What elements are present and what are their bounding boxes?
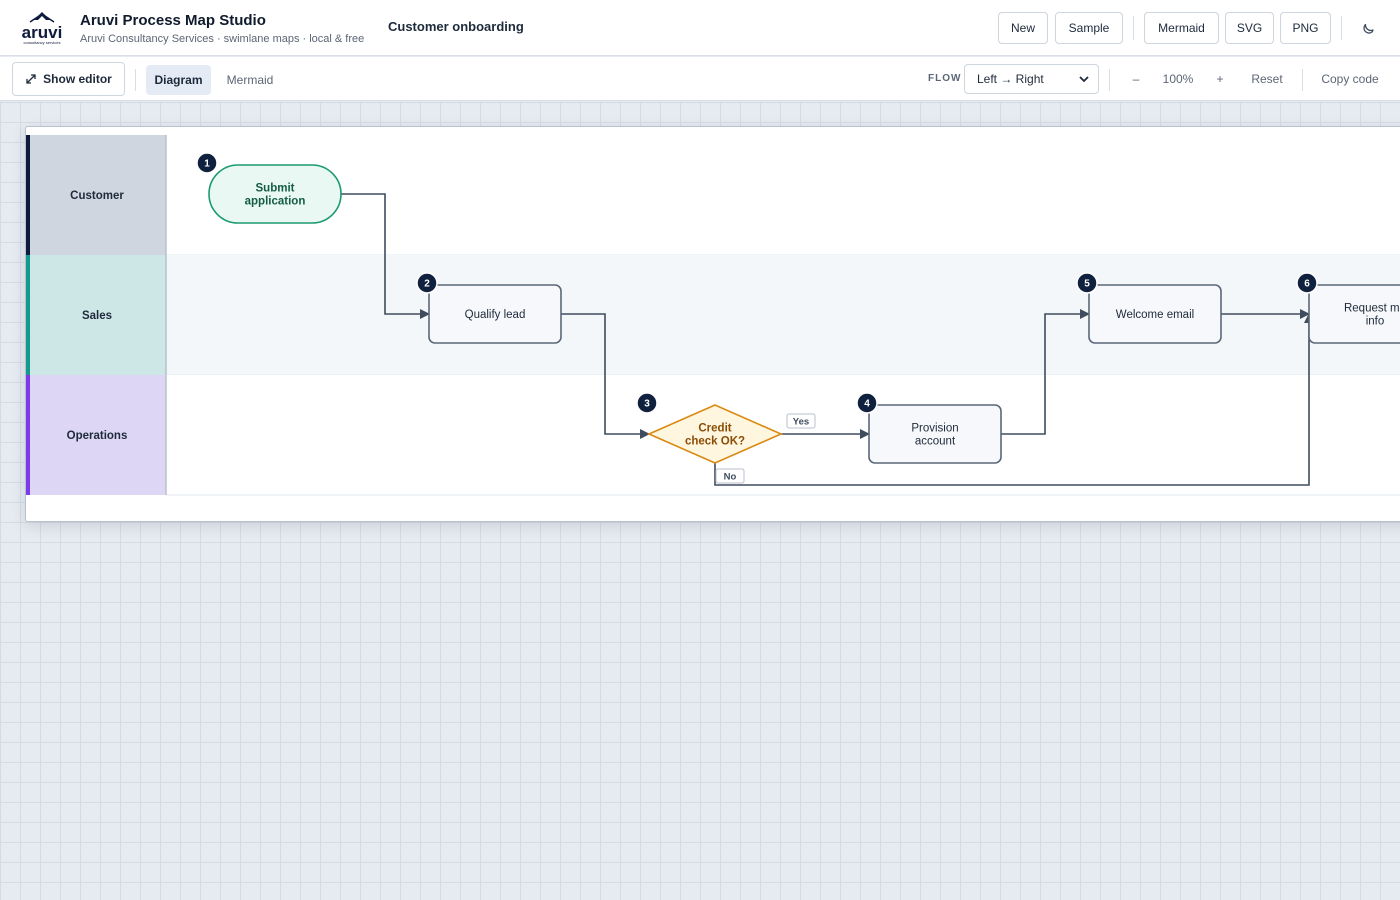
zoom-out-button[interactable]: – (1128, 72, 1144, 86)
lane-accent (26, 375, 30, 495)
reset-zoom-button[interactable]: Reset (1246, 72, 1288, 86)
app-title: Aruvi Process Map Studio (80, 12, 266, 29)
header-divider (1133, 16, 1134, 40)
step-number: 2 (424, 279, 430, 290)
toolbar-divider (1302, 69, 1303, 91)
step-number: 4 (864, 399, 870, 410)
lane-body (166, 135, 1400, 255)
aruvi-logo: aruvi consultancy services (18, 10, 66, 46)
app-header: aruvi consultancy services Aruvi Process… (0, 0, 1400, 56)
diagram-svg: Customer Sales Operations Yes No Submitappl… (26, 135, 1400, 496)
toolbar-divider (1109, 69, 1110, 91)
tab-mermaid[interactable]: Mermaid (218, 65, 282, 95)
expand-arrows-icon (26, 74, 36, 84)
zoom-in-button[interactable]: + (1212, 72, 1228, 86)
header-divider (1341, 16, 1342, 40)
node-label: Request mo (1344, 303, 1400, 315)
chevron-down-icon (1079, 76, 1089, 83)
show-editor-button[interactable]: Show editor (12, 62, 125, 96)
node-label: Submit (256, 183, 295, 195)
node-label: Welcome email (1116, 309, 1194, 321)
app-subtitle: Aruvi Consultancy Services · swimlane ma… (80, 33, 365, 45)
tab-diagram[interactable]: Diagram (146, 65, 211, 95)
node-label: Credit (698, 423, 731, 435)
diagram-canvas[interactable]: Customer Sales Operations Yes No Submit appl… (0, 102, 1400, 900)
node-label: account (915, 436, 956, 448)
export-mermaid-button[interactable]: Mermaid (1144, 12, 1219, 44)
toolbar: Show editor Diagram Mermaid FLOW Left → … (0, 57, 1400, 101)
swimlane-diagram: Customer Sales Operations Yes No Submit appl… (25, 126, 1400, 522)
copy-code-button[interactable]: Copy code (1316, 72, 1384, 86)
lane-label: Customer (70, 190, 124, 202)
node-label: Provision (911, 423, 958, 435)
step-number: 6 (1304, 279, 1310, 290)
edge-label-yes: Yes (793, 417, 809, 428)
node-label: application (245, 196, 306, 208)
lane-body (166, 375, 1400, 495)
export-png-button[interactable]: PNG (1280, 12, 1331, 44)
step-number: 3 (644, 399, 650, 410)
new-button[interactable]: New (998, 12, 1048, 44)
lane-label: Sales (82, 310, 112, 322)
node-label: Qualify lead (465, 309, 526, 321)
export-svg-button[interactable]: SVG (1225, 12, 1274, 44)
step-number: 5 (1084, 279, 1090, 290)
brand: Aruvi Process Map Studio Aruvi Consultan… (80, 12, 364, 46)
moon-icon[interactable] (1358, 18, 1378, 38)
sample-button[interactable]: Sample (1055, 12, 1123, 44)
lane-label: Operations (67, 430, 128, 442)
flow-direction-select[interactable]: Left → Right (964, 64, 1099, 94)
flow-direction-value: Left → Right (977, 72, 1044, 86)
zoom-level: 100% (1162, 72, 1194, 86)
lane-accent (26, 135, 30, 255)
flow-label: FLOW (928, 73, 962, 84)
document-title: Customer onboarding (388, 19, 524, 34)
show-editor-label: Show editor (43, 72, 112, 86)
logo-subtext: consultancy services (24, 40, 61, 45)
toolbar-divider (135, 69, 136, 91)
step-number: 1 (204, 159, 210, 170)
edge-label-no: No (724, 472, 737, 483)
lane-accent (26, 255, 30, 375)
node-label: info (1366, 316, 1385, 328)
node-label: check OK? (685, 436, 745, 448)
